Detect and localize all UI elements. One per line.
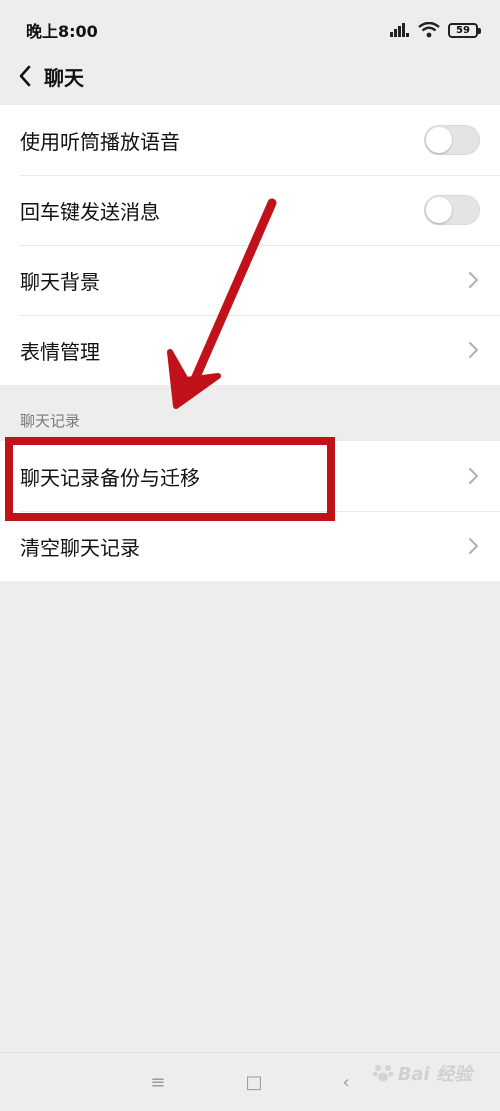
- chat-history-group: 聊天记录备份与迁移 清空聊天记录: [0, 441, 500, 581]
- setting-label: 聊天记录备份与迁移: [20, 465, 200, 490]
- page-title: 聊天: [44, 65, 84, 90]
- enter-send-toggle[interactable]: [424, 195, 480, 225]
- home-icon[interactable]: □: [245, 1072, 262, 1093]
- settings-group: 使用听筒播放语音 回车键发送消息 聊天背景 表情管理: [0, 105, 500, 385]
- paw-icon: [372, 1065, 394, 1082]
- wifi-icon: [418, 22, 440, 38]
- signal-icon: [390, 23, 409, 37]
- chevron-right-icon: [469, 538, 478, 554]
- watermark-text: Bai 经验: [397, 1064, 472, 1085]
- battery-icon: 59: [448, 22, 481, 38]
- setting-row-clear-history[interactable]: 清空聊天记录: [0, 511, 500, 581]
- setting-label: 表情管理: [20, 339, 100, 364]
- toggle-knob: [426, 197, 452, 223]
- earpiece-toggle[interactable]: [424, 125, 480, 155]
- status-bar: 晚上8:00 59: [0, 0, 500, 60]
- status-time: 晚上8:00: [26, 22, 98, 41]
- setting-row-chat-background[interactable]: 聊天背景: [0, 245, 500, 315]
- back-icon[interactable]: ‹: [342, 1072, 349, 1093]
- section-header-chat-history: 聊天记录: [20, 412, 81, 430]
- setting-label: 聊天背景: [20, 269, 100, 294]
- status-icons: 59: [390, 22, 481, 38]
- toggle-knob: [426, 127, 452, 153]
- setting-row-earpiece[interactable]: 使用听筒播放语音: [0, 105, 500, 175]
- setting-row-sticker-management[interactable]: 表情管理: [0, 315, 500, 385]
- back-arrow-icon[interactable]: [18, 65, 32, 87]
- setting-label: 回车键发送消息: [20, 199, 160, 224]
- setting-label: 使用听筒播放语音: [20, 129, 180, 154]
- setting-row-backup-migrate[interactable]: 聊天记录备份与迁移: [0, 441, 500, 511]
- watermark: Bai 经验: [372, 1060, 472, 1086]
- setting-label: 清空聊天记录: [20, 535, 140, 560]
- chevron-right-icon: [469, 272, 478, 288]
- chevron-right-icon: [469, 342, 478, 358]
- battery-level: 59: [456, 24, 470, 36]
- menu-icon[interactable]: ≡: [150, 1072, 165, 1093]
- nav-bar: 聊天: [0, 52, 500, 100]
- setting-row-enter-send[interactable]: 回车键发送消息: [0, 175, 500, 245]
- chevron-right-icon: [469, 468, 478, 484]
